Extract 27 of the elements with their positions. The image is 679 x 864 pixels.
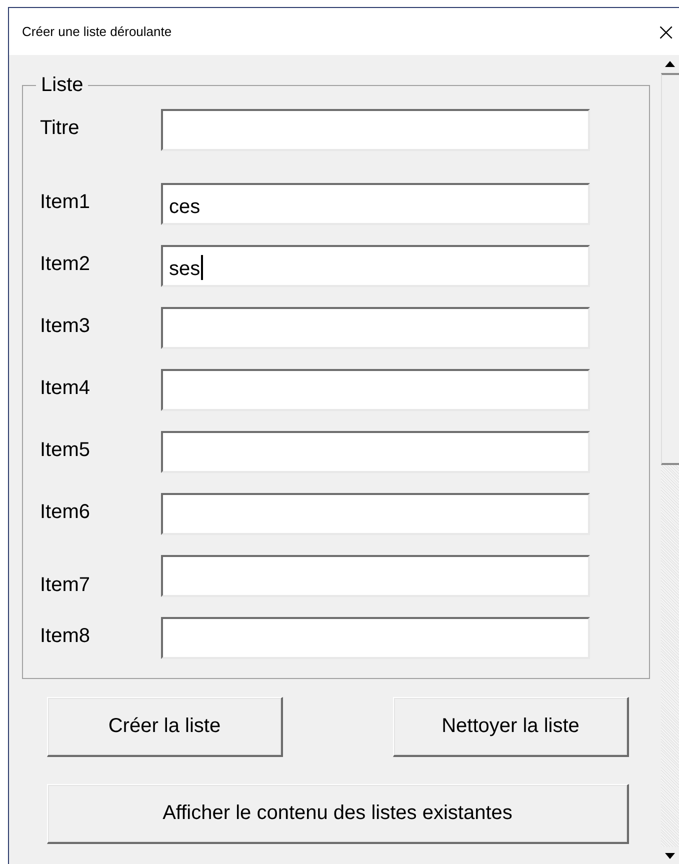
field-label: Item1	[40, 190, 92, 214]
push-button[interactable]: Nettoyer la liste	[393, 697, 629, 757]
input-field[interactable]	[161, 431, 590, 473]
field-label: Item8	[40, 624, 92, 648]
input-field[interactable]	[161, 369, 590, 411]
push-button[interactable]: Créer la liste	[47, 697, 283, 757]
input-field[interactable]	[161, 555, 590, 597]
field-label: Item6	[40, 500, 92, 524]
field-label: Item2	[40, 252, 92, 276]
field-label: Item3	[40, 314, 92, 338]
input-field[interactable]	[161, 493, 590, 535]
field-label: Item5	[40, 438, 92, 462]
input-field[interactable]	[161, 307, 590, 349]
input-field[interactable]: ses	[161, 245, 590, 287]
push-button[interactable]: Afficher le contenu des listes existantes	[47, 784, 629, 844]
group-label: Liste	[40, 74, 84, 97]
scroll-up-icon[interactable]	[665, 61, 675, 67]
window-title: Créer une liste déroulante	[22, 24, 172, 39]
close-button[interactable]: ×	[651, 12, 679, 52]
field-label: Titre	[40, 116, 80, 140]
scroll-thumb[interactable]	[661, 73, 679, 465]
field-label: Item4	[40, 376, 92, 400]
input-field[interactable]: ces	[161, 183, 590, 225]
field-label: Item7	[40, 574, 92, 596]
input-field[interactable]	[161, 109, 590, 151]
input-field[interactable]	[161, 617, 590, 659]
scroll-down-icon[interactable]	[665, 853, 675, 859]
